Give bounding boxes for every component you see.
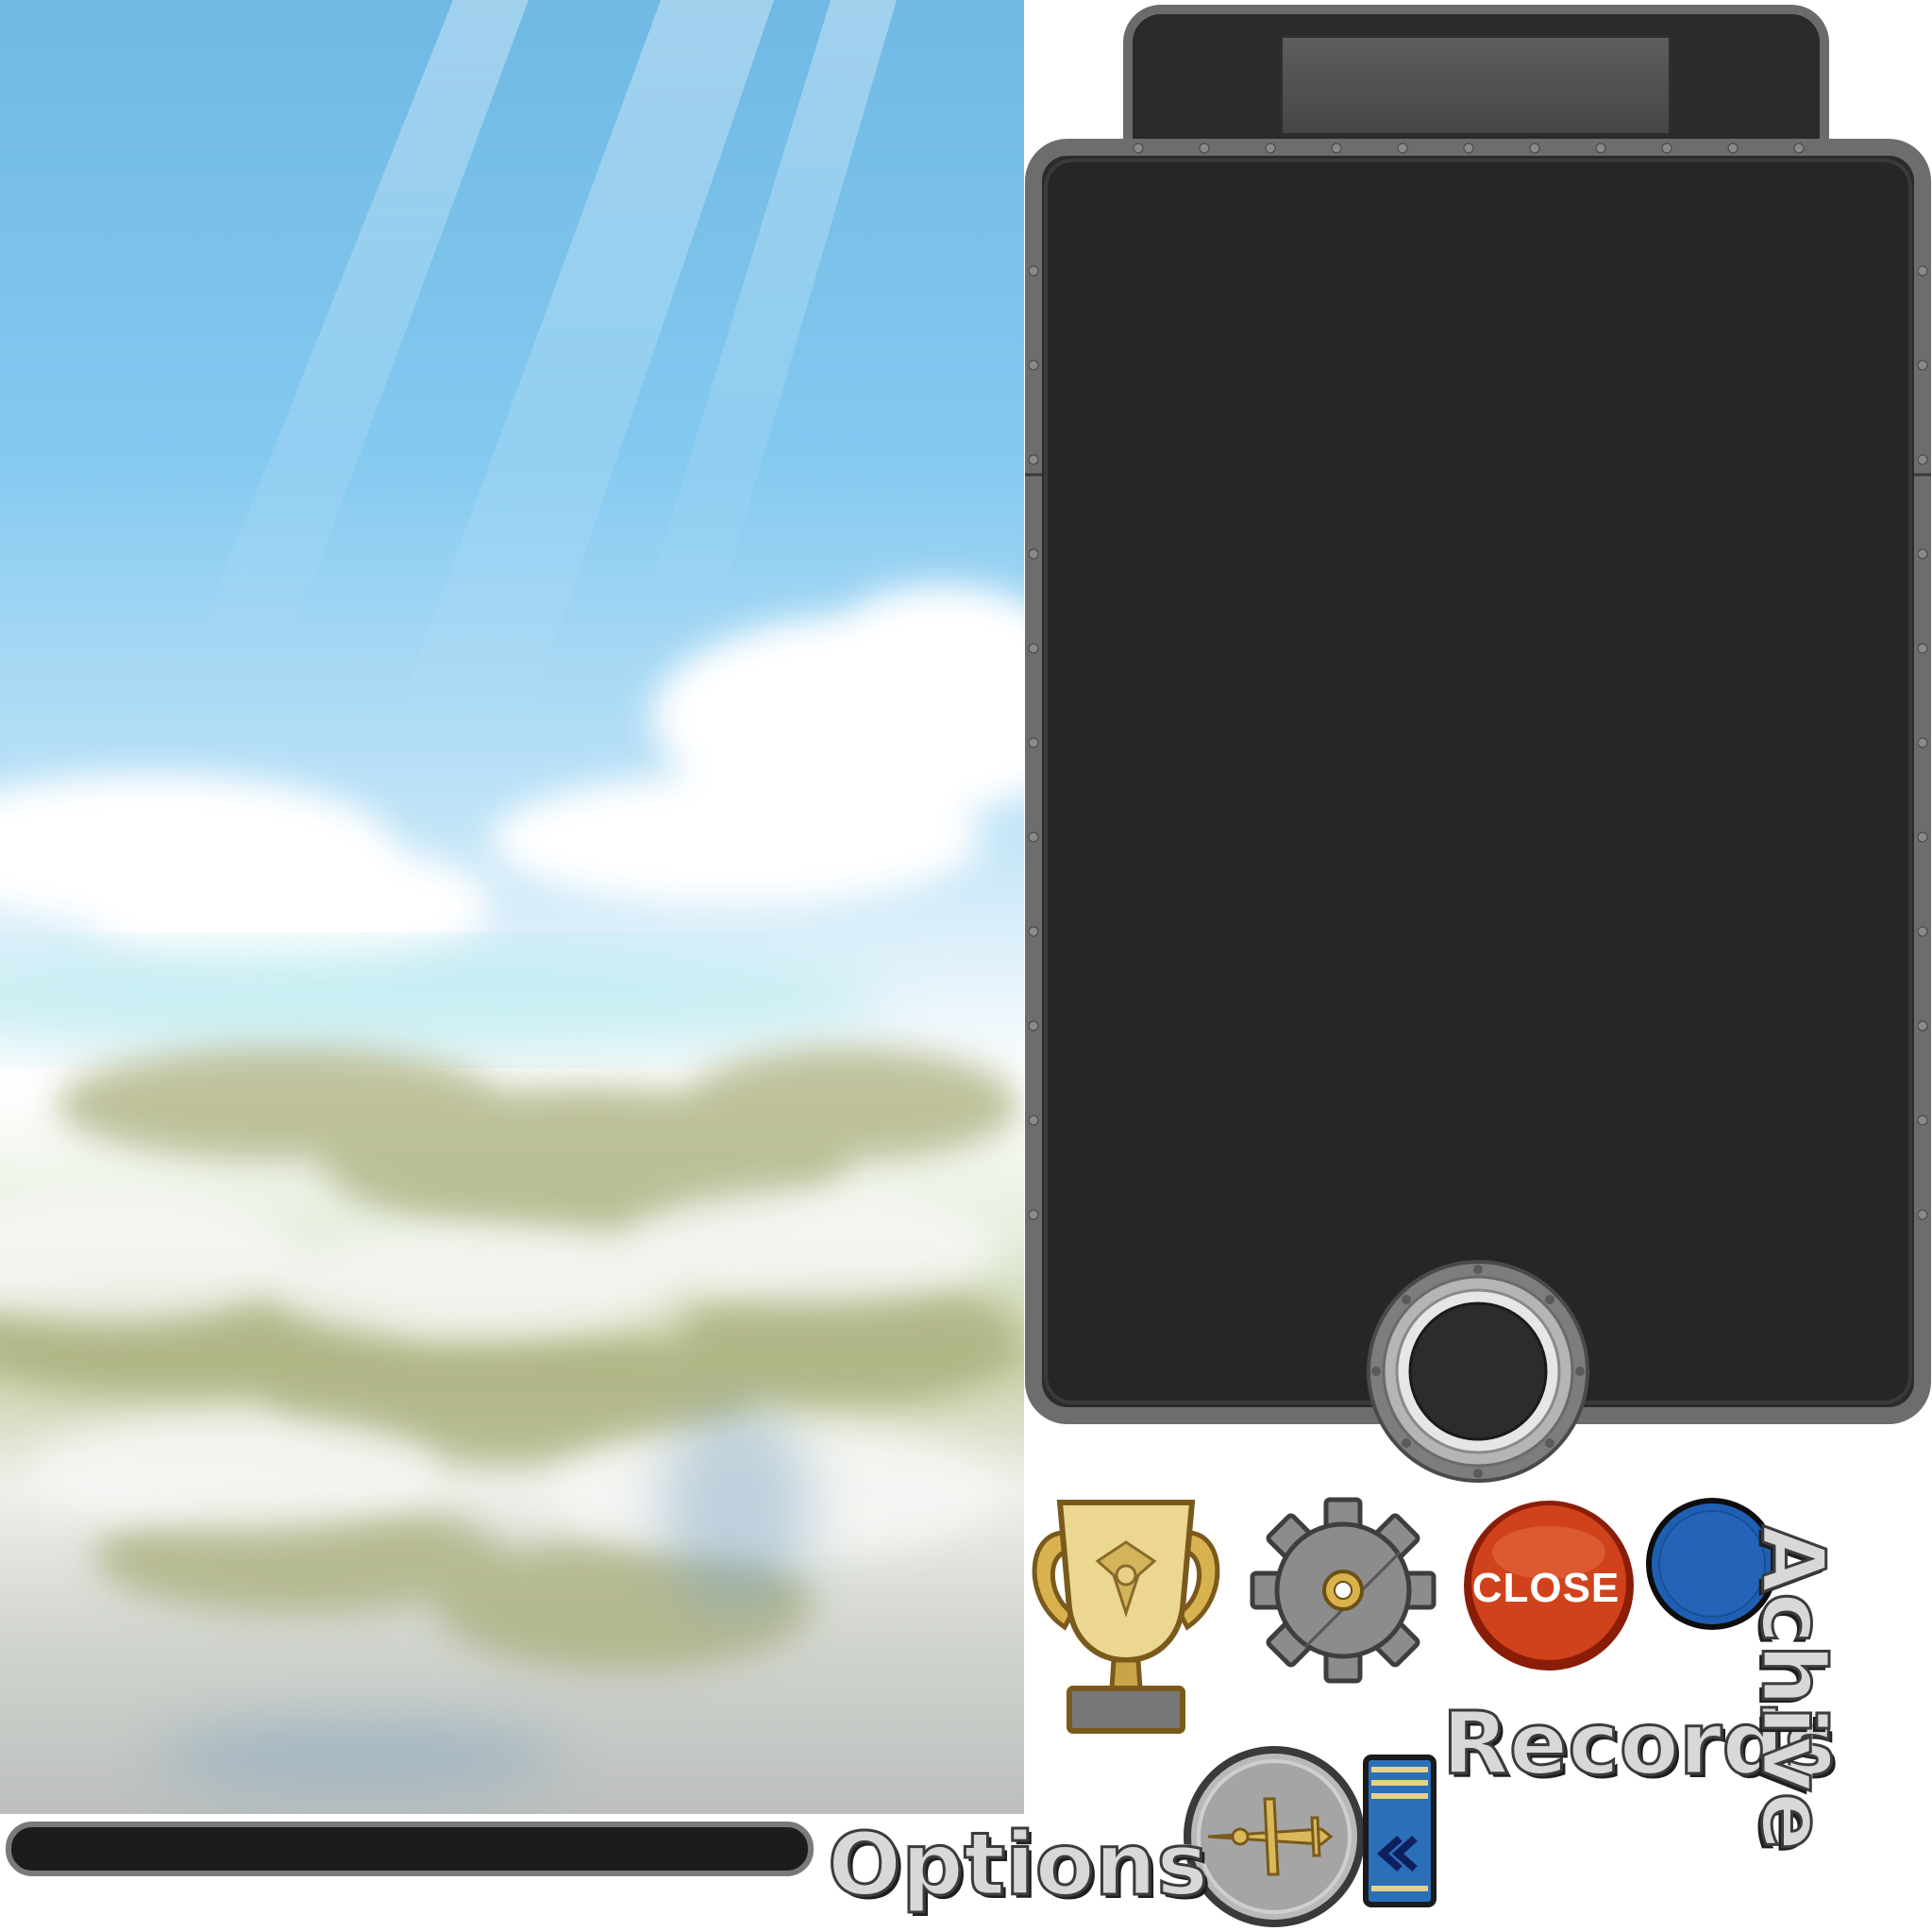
gear-icon[interactable] bbox=[1249, 1496, 1437, 1685]
clipboard-name-plate bbox=[1280, 35, 1672, 136]
sky-background bbox=[0, 0, 1024, 1814]
clipboard-rivets bbox=[1025, 143, 1931, 1220]
porthole-button[interactable] bbox=[1365, 1258, 1591, 1485]
trophy-icon[interactable] bbox=[1027, 1495, 1225, 1740]
achive-label[interactable]: Achive bbox=[1741, 1524, 1845, 1853]
rank-chevron-icon[interactable] bbox=[1362, 1754, 1437, 1909]
close-button-label[interactable]: CLOSE bbox=[1461, 1565, 1631, 1612]
sky-art bbox=[0, 0, 1024, 1793]
progress-bar bbox=[6, 1822, 814, 1876]
options-label[interactable]: Options bbox=[826, 1820, 1209, 1909]
